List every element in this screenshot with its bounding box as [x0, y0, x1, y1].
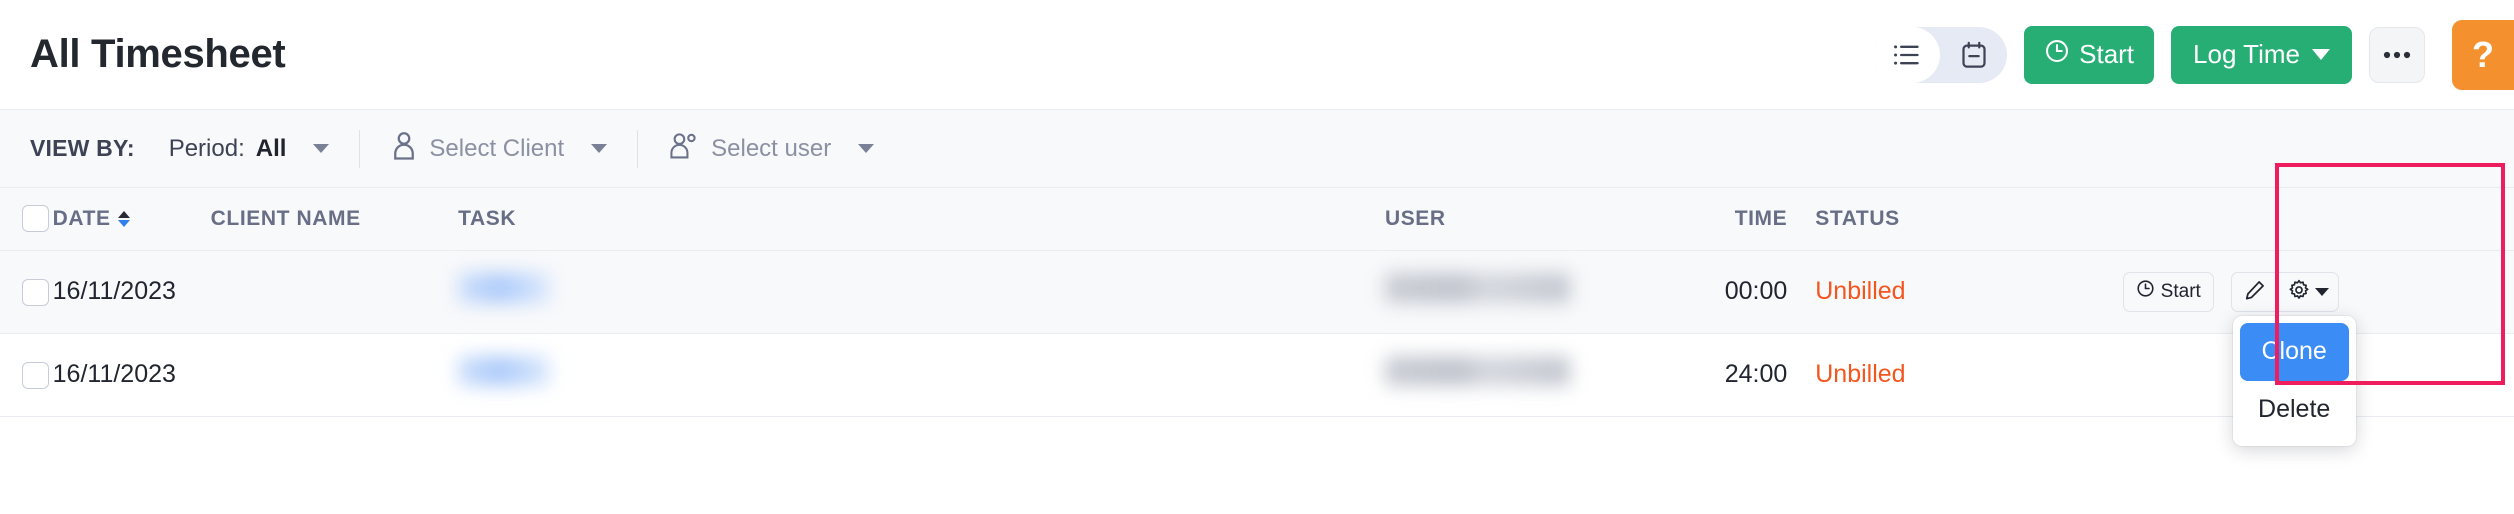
- period-filter-value: All: [255, 134, 287, 162]
- menu-item-delete-label: Delete: [2258, 395, 2331, 423]
- column-header-status-label: STATUS: [1815, 206, 1900, 230]
- cell-client-name: [210, 250, 459, 334]
- table-body: 16/11/2023 00:00 Unbilled Start Clone De…: [0, 250, 2514, 446]
- column-header-client-name-label: CLIENT NAME: [210, 206, 361, 230]
- chevron-down-icon: [2314, 287, 2329, 296]
- log-time-button[interactable]: Log Time: [2171, 25, 2352, 84]
- table-row[interactable]: 16/11/2023 24:00 Unbilled: [0, 333, 2514, 417]
- column-header-user-label: USER: [1384, 206, 1446, 230]
- row-context-menu: Clone Delete: [2232, 315, 2356, 446]
- menu-item-clone[interactable]: Clone: [2239, 322, 2349, 381]
- sort-toggle-icon[interactable]: [117, 210, 130, 227]
- menu-item-clone-label: Clone: [2261, 337, 2327, 365]
- cell-user: [1384, 333, 1672, 417]
- redacted-task-value: [458, 273, 551, 303]
- cell-time: 24:00: [1671, 333, 1788, 417]
- gear-icon: [2288, 279, 2310, 304]
- column-header-status: STATUS: [1787, 188, 2093, 251]
- person-icon: [390, 131, 418, 166]
- status-badge: Unbilled: [1815, 360, 1906, 388]
- column-header-client-name: CLIENT NAME: [210, 188, 459, 251]
- time-value: 24:00: [1724, 360, 1788, 388]
- cell-time: 00:00: [1671, 250, 1788, 334]
- clock-icon: [2044, 38, 2070, 71]
- select-user-label: Select user: [711, 134, 832, 162]
- cell-client-name: [210, 333, 459, 417]
- column-header-date-label: DATE: [52, 206, 111, 230]
- log-time-button-label: Log Time: [2193, 39, 2300, 69]
- row-checkbox[interactable]: [22, 278, 49, 306]
- ellipsis-icon: [2382, 50, 2412, 59]
- chevron-down-icon: [591, 144, 608, 153]
- chevron-down-icon: [313, 144, 330, 153]
- select-client-filter[interactable]: Select Client: [390, 110, 608, 187]
- row-settings-dropdown-button[interactable]: [2277, 272, 2338, 311]
- chevron-down-icon: [2312, 49, 2330, 60]
- people-icon: [668, 131, 700, 166]
- column-header-date[interactable]: DATE: [52, 188, 211, 251]
- redacted-user-value: [1384, 273, 1570, 303]
- select-user-filter[interactable]: Select user: [668, 110, 875, 187]
- view-by-label: VIEW BY:: [30, 135, 135, 161]
- redacted-task-value: [458, 356, 551, 386]
- pencil-icon: [2244, 279, 2266, 304]
- list-icon: [1893, 43, 1921, 67]
- help-button[interactable]: ?: [2452, 19, 2514, 90]
- header-actions: Start Log Time ?: [1873, 0, 2514, 109]
- column-header-user: USER: [1384, 188, 1672, 251]
- column-header-time-label: TIME: [1734, 206, 1788, 230]
- timesheet-table: DATE CLIENT NAME TASK USER TIME STATUS 1…: [0, 188, 2514, 446]
- cell-task: [458, 250, 1385, 334]
- timesheet-table-wrapper: DATE CLIENT NAME TASK USER TIME STATUS 1…: [0, 163, 2514, 446]
- cell-user: [1384, 250, 1672, 334]
- time-value: 00:00: [1724, 277, 1788, 305]
- select-client-label: Select Client: [429, 134, 565, 162]
- cell-date: 16/11/2023: [52, 333, 211, 417]
- question-mark-icon: ?: [2472, 33, 2494, 75]
- table-row[interactable]: 16/11/2023 00:00 Unbilled Start Clone De…: [0, 250, 2514, 446]
- column-header-actions: [2092, 188, 2514, 251]
- view-mode-toggle[interactable]: [1873, 26, 2008, 83]
- column-header-task-label: TASK: [458, 206, 517, 230]
- row-start-timer-button[interactable]: Start: [2122, 271, 2214, 312]
- list-view-toggle-button[interactable]: [1873, 26, 1941, 83]
- cell-status: Unbilled: [1787, 333, 2093, 417]
- cell-task: [458, 333, 1385, 417]
- row-start-label: Start: [2160, 280, 2201, 302]
- table-header: DATE CLIENT NAME TASK USER TIME STATUS: [0, 188, 2514, 251]
- status-badge: Unbilled: [1815, 277, 1906, 305]
- chevron-down-icon: [858, 144, 875, 153]
- row-checkbox[interactable]: [22, 361, 49, 389]
- row-select-cell: [0, 333, 53, 417]
- select-all-checkbox[interactable]: [22, 205, 49, 233]
- page-title: All Timesheet: [30, 32, 286, 76]
- redacted-user-value: [1384, 356, 1570, 386]
- column-header-time: TIME: [1671, 188, 1788, 251]
- cell-actions: Start Clone Delete: [2092, 250, 2514, 446]
- filter-bar: VIEW BY: Period: All Select Client Selec…: [0, 110, 2514, 188]
- page-header: All Timesheet Start Log Time ?: [0, 0, 2514, 110]
- row-icon-button-group: [2230, 271, 2339, 312]
- select-all-header: [0, 188, 53, 251]
- row-edit-button[interactable]: [2232, 273, 2278, 311]
- table-header-row: DATE CLIENT NAME TASK USER TIME STATUS: [0, 188, 2514, 251]
- menu-item-delete[interactable]: Delete: [2240, 381, 2349, 439]
- calendar-icon: [1961, 41, 1987, 69]
- filter-divider: [637, 129, 639, 168]
- row-action-group: Start Clone Delete: [2093, 271, 2514, 446]
- more-options-button[interactable]: [2369, 26, 2425, 83]
- period-filter-label: Period:: [168, 134, 245, 162]
- clock-icon: [2136, 279, 2155, 304]
- period-filter[interactable]: Period: All: [169, 110, 330, 187]
- column-header-task: TASK: [458, 188, 1385, 251]
- filter-divider: [359, 129, 361, 168]
- cell-date: 16/11/2023: [52, 250, 211, 334]
- calendar-view-toggle-button[interactable]: [1940, 27, 2007, 83]
- start-timer-button[interactable]: Start: [2024, 25, 2155, 84]
- row-select-cell: [0, 250, 53, 334]
- cell-status: Unbilled: [1787, 250, 2093, 334]
- start-button-label: Start: [2079, 39, 2135, 69]
